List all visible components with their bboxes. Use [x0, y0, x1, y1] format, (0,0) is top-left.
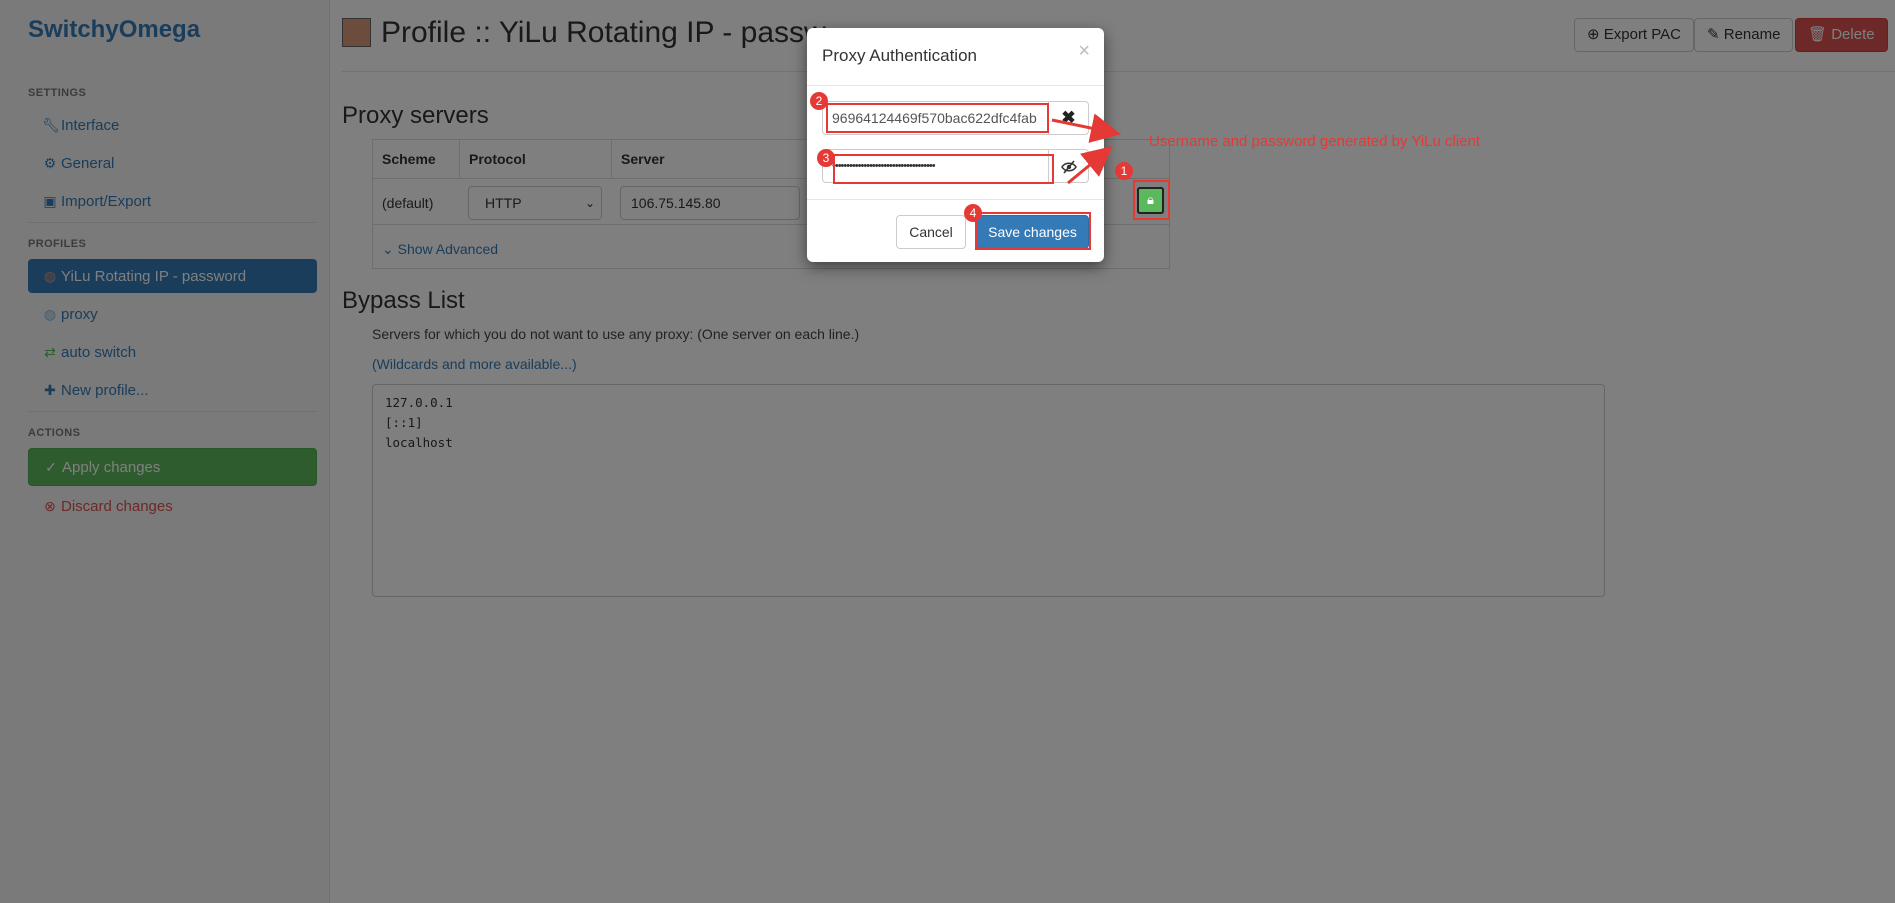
close-icon[interactable]: × — [1078, 40, 1090, 63]
step-badge-1: 1 — [1115, 162, 1133, 180]
step-badge-3: 3 — [817, 149, 835, 167]
divider — [807, 199, 1104, 200]
highlight-box-username — [826, 103, 1049, 133]
lock-icon: 🔒︎ — [1147, 192, 1154, 207]
annotation-note: Username and password generated by YiLu … — [1149, 133, 1481, 150]
clear-icon[interactable]: ✖ — [1048, 102, 1088, 134]
step-badge-4: 4 — [964, 204, 982, 222]
highlight-box-save — [975, 212, 1091, 250]
modal-title: Proxy Authentication — [822, 46, 977, 65]
cancel-button[interactable]: Cancel — [896, 215, 966, 249]
highlight-box-password — [833, 154, 1054, 184]
step-badge-2: 2 — [810, 92, 828, 110]
eye-slash-icon[interactable] — [1048, 150, 1088, 182]
divider — [807, 85, 1104, 86]
proxy-auth-button[interactable]: 🔒︎ — [1137, 187, 1164, 214]
